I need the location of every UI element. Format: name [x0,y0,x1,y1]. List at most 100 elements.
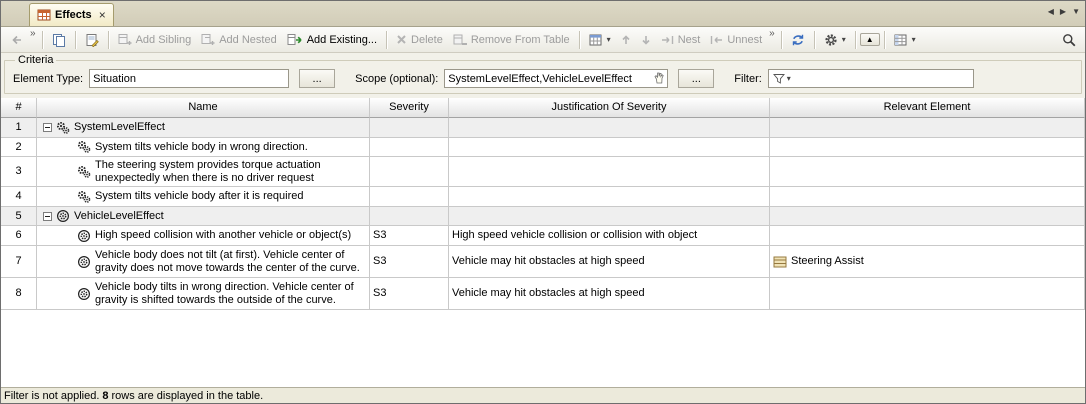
justification-cell[interactable] [449,207,770,226]
tab-scroll-left-icon[interactable]: ◀ [1048,7,1054,16]
justification-cell[interactable] [449,157,770,187]
tab-close-icon[interactable]: × [99,10,106,20]
row-number-cell[interactable]: 3 [1,157,37,187]
overflow-chevron-icon[interactable]: » [769,27,775,39]
severity-cell[interactable] [370,187,449,207]
row-number-cell[interactable]: 6 [1,226,37,246]
severity-cell[interactable]: S3 [370,246,449,278]
tab-scroll-right-icon[interactable]: ▶ [1060,7,1066,16]
column-header-relevant-element[interactable]: Relevant Element [770,98,1085,118]
dropdown-caret-icon: ▾ [607,35,611,44]
refresh-button[interactable] [786,30,810,50]
relevant-element-cell[interactable]: Steering Assist [770,246,1085,278]
justification-cell[interactable] [449,138,770,157]
severity-cell[interactable] [370,157,449,187]
remove-from-table-button[interactable]: Remove From Table [448,31,575,49]
relevant-element-cell[interactable] [770,138,1085,157]
justification-cell[interactable] [449,118,770,138]
element-type-input[interactable] [89,69,289,88]
justification-cell[interactable]: Vehicle may hit obstacles at high speed [449,278,770,310]
back-button[interactable] [5,31,28,49]
justification-cell[interactable]: High speed vehicle collision or collisio… [449,226,770,246]
status-filter-text: Filter is not applied. [4,390,99,402]
copy-button[interactable] [47,30,71,50]
toolbar-separator [386,31,387,49]
add-existing-label: Add Existing... [307,34,377,46]
collapse-expander-icon[interactable] [43,123,52,132]
filter-funnel-icon [773,73,785,84]
add-nested-label: Add Nested [219,34,276,46]
vehicle-effect-occurrence-icon [77,255,91,269]
filter-input[interactable]: ▾ [768,69,974,88]
generate-report-button[interactable] [80,30,104,50]
column-header-name[interactable]: Name [37,98,370,118]
group-row-name-cell[interactable]: SystemLevelEffect [37,118,370,138]
relevant-element-cell[interactable] [770,157,1085,187]
column-header-number[interactable]: # [1,98,37,118]
tab-nav-controls: ◀ ▶ ▼ [1048,7,1080,16]
relevant-element-cell[interactable] [770,187,1085,207]
nest-button[interactable]: Nest [656,31,706,49]
severity-cell[interactable]: S3 [370,278,449,310]
relevant-element-label: Steering Assist [791,255,864,268]
status-bar: Filter is not applied. 8 rows are displa… [1,387,1085,403]
tab-effects[interactable]: Effects × [29,3,114,26]
relevant-element-cell[interactable] [770,278,1085,310]
delete-icon [396,34,407,45]
delete-label: Delete [411,34,443,46]
show-columns-button[interactable]: ▾ [584,31,616,49]
toolbar-separator [855,31,856,49]
severity-cell[interactable] [370,118,449,138]
delete-button[interactable]: Delete [391,31,448,49]
move-down-button[interactable] [636,31,656,49]
row-number-cell[interactable]: 1 [1,118,37,138]
severity-cell[interactable] [370,138,449,157]
row-name-cell[interactable]: System tilts vehicle body after it is re… [37,187,370,207]
add-existing-button[interactable]: Add Existing... [282,30,382,49]
move-up-button[interactable] [616,31,636,49]
row-name-cell[interactable]: Vehicle body tilts in wrong direction. V… [37,278,370,310]
tab-list-icon[interactable]: ▼ [1072,7,1080,16]
relevant-element-cell[interactable] [770,226,1085,246]
relevant-element-cell[interactable] [770,118,1085,138]
collapse-panel-button[interactable]: ▲ [860,33,880,46]
relevant-element-cell[interactable] [770,207,1085,226]
severity-cell[interactable] [370,207,449,226]
overflow-chevron-icon[interactable]: » [30,27,36,39]
options-button[interactable]: ▾ [819,30,851,50]
row-number-cell[interactable]: 8 [1,278,37,310]
justification-cell[interactable]: Vehicle may hit obstacles at high speed [449,246,770,278]
unnest-label: Unnest [727,34,762,46]
column-header-severity[interactable]: Severity [370,98,449,118]
add-nested-icon [201,33,215,46]
element-type-browse-button[interactable]: ... [299,69,335,88]
search-button[interactable] [1057,30,1081,50]
table-view-button[interactable]: ▾ [889,31,921,49]
scope-label: Scope (optional): [355,73,438,85]
scope-browse-button[interactable]: ... [678,69,714,88]
unnest-button[interactable]: Unnest [705,31,767,49]
system-effect-gears-icon [77,165,91,179]
row-number-cell[interactable]: 5 [1,207,37,226]
severity-cell[interactable]: S3 [370,226,449,246]
row-number-cell[interactable]: 7 [1,246,37,278]
column-header-justification[interactable]: Justification Of Severity [449,98,770,118]
row-name-cell[interactable]: High speed collision with another vehicl… [37,226,370,246]
row-name-cell[interactable]: The steering system provides torque actu… [37,157,370,187]
group-row-name-cell[interactable]: VehicleLevelEffect [37,207,370,226]
row-name-cell[interactable]: System tilts vehicle body in wrong direc… [37,138,370,157]
add-sibling-button[interactable]: Add Sibling [113,30,197,49]
add-nested-button[interactable]: Add Nested [196,30,281,49]
collapse-expander-icon[interactable] [43,212,52,221]
scope-input[interactable] [444,69,668,88]
justification-cell[interactable] [449,187,770,207]
row-number-cell[interactable]: 4 [1,187,37,207]
search-icon [1062,33,1076,47]
scope-picker-hand-icon[interactable] [653,71,666,84]
toolbar-separator [814,31,815,49]
row-name-cell[interactable]: Vehicle body does not tilt (at first). V… [37,246,370,278]
row-number-cell[interactable]: 2 [1,138,37,157]
refresh-icon [791,33,805,47]
element-type-label: Element Type: [13,73,83,85]
vehicle-effect-occurrence-icon [56,209,70,223]
